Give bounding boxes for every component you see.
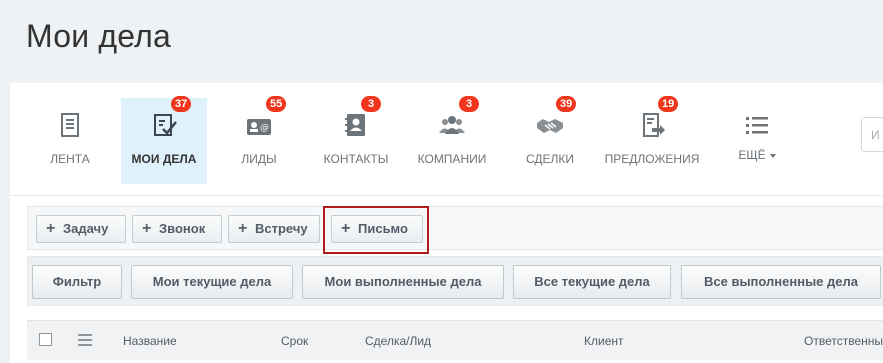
page-title: Мои дела <box>26 18 172 54</box>
nav-item-contacts[interactable]: 3 Контакты <box>317 96 395 184</box>
filter-button[interactable]: Фильтр <box>32 265 122 299</box>
filter-my-done-button[interactable]: Мои выполненные дела <box>302 265 504 299</box>
column-header-deal[interactable]: Сделка/Лид <box>365 334 431 348</box>
plus-icon: + <box>46 220 56 237</box>
search-input[interactable]: И <box>861 117 883 152</box>
nav-item-label: Компании <box>417 152 487 166</box>
column-header-deadline[interactable]: Срок <box>281 334 308 348</box>
plus-icon: + <box>142 220 152 237</box>
nav-item-companies[interactable]: 3 Компании <box>411 96 493 184</box>
filter-all-done-button[interactable]: Все выполненные дела <box>681 265 881 299</box>
nav-item-feed[interactable]: Лента <box>32 98 108 184</box>
nav-item-label: Ещё <box>738 148 766 162</box>
divider <box>10 195 883 196</box>
crm-nav: Лента 37 Мои дела @ 55 Лиды <box>10 83 883 195</box>
filter-bar: Фильтр Мои текущие дела Мои выполненные … <box>27 256 883 306</box>
crm-panel: Лента 37 Мои дела @ 55 Лиды <box>10 83 883 363</box>
tasks-check-icon <box>154 114 177 136</box>
activity-toolbar: + Задачу + Звонок + Встречу + Письмо <box>27 206 883 250</box>
deals-handshake-icon <box>537 119 563 133</box>
nav-item-label: Контакты <box>323 152 389 166</box>
nav-item-deals[interactable]: 39 Сделки <box>515 96 585 184</box>
column-header-client[interactable]: Клиент <box>584 334 624 348</box>
contacts-book-icon <box>345 114 365 136</box>
nav-badge: 3 <box>459 96 479 112</box>
leads-card-icon: @ <box>247 119 271 135</box>
quote-document-icon <box>643 113 665 137</box>
nav-item-label: Предложения <box>604 152 700 166</box>
search-placeholder: И <box>871 128 880 142</box>
nav-more-label-wrap: Ещё <box>732 148 782 162</box>
chevron-down-icon <box>769 153 776 158</box>
select-all-checkbox[interactable] <box>39 333 52 346</box>
nav-item-label: Сделки <box>525 152 575 166</box>
filter-all-current-button[interactable]: Все текущие дела <box>513 265 671 299</box>
nav-item-quotes[interactable]: 19 Предложения <box>604 96 700 184</box>
feed-icon <box>61 113 79 137</box>
column-header-responsible[interactable]: Ответственный <box>804 334 883 348</box>
nav-item-leads[interactable]: @ 55 Лиды <box>224 96 294 184</box>
columns-menu-icon[interactable] <box>78 334 92 349</box>
companies-people-icon <box>439 116 465 134</box>
button-label: Встречу <box>255 221 308 236</box>
nav-badge: 39 <box>556 96 577 112</box>
nav-badge: 19 <box>658 96 679 112</box>
add-call-button[interactable]: + Звонок <box>132 215 222 243</box>
plus-icon: + <box>238 220 248 237</box>
nav-item-label: Лента <box>50 152 90 166</box>
column-header-title[interactable]: Название <box>123 334 177 348</box>
button-label: Звонок <box>159 221 206 236</box>
more-list-icon <box>746 117 768 134</box>
add-meeting-button[interactable]: + Встречу <box>228 215 320 243</box>
button-label: Задачу <box>63 221 109 236</box>
nav-badge: 3 <box>361 96 381 112</box>
svg-text:@: @ <box>260 123 269 133</box>
add-task-button[interactable]: + Задачу <box>36 215 126 243</box>
nav-item-label: Лиды <box>241 152 277 166</box>
filter-my-current-button[interactable]: Мои текущие дела <box>131 265 293 299</box>
highlight-frame <box>323 206 429 254</box>
nav-badge: 55 <box>266 96 287 112</box>
nav-badge: 37 <box>171 96 192 112</box>
nav-item-more[interactable]: Ещё <box>732 98 782 184</box>
nav-item-my-tasks[interactable]: 37 Мои дела <box>121 96 207 184</box>
table-header: Название Срок Сделка/Лид Клиент Ответств… <box>27 320 883 360</box>
nav-item-label: Мои дела <box>131 152 197 166</box>
